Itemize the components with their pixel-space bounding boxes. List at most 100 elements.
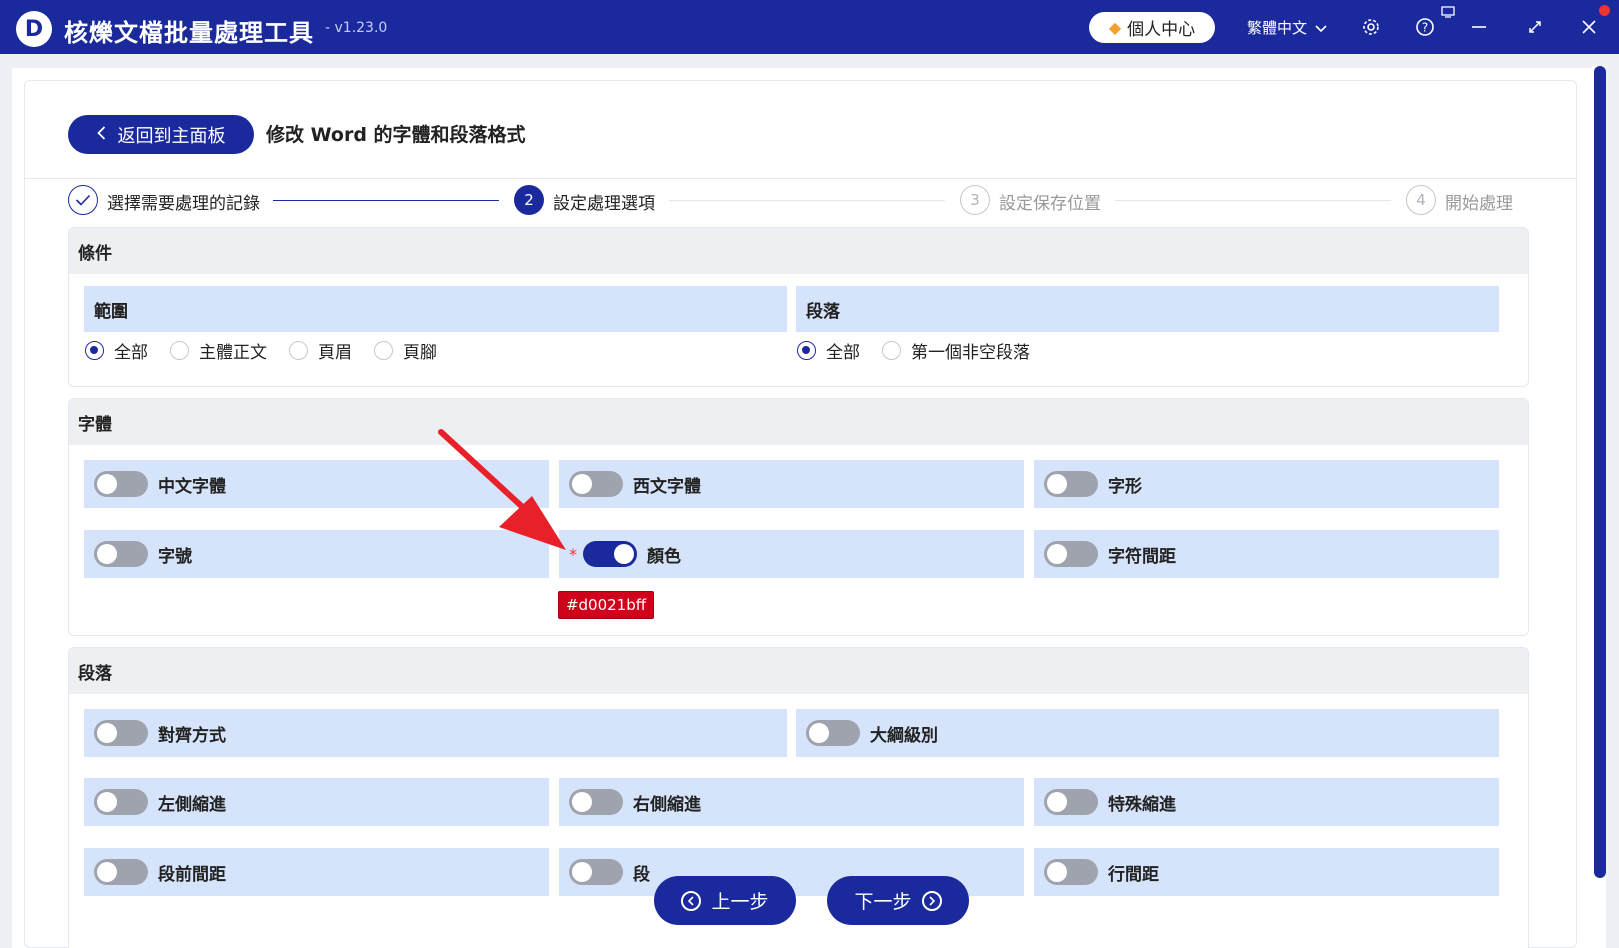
toggle-switch[interactable] — [1044, 541, 1098, 567]
paragraph-option-special-indent[interactable]: 特殊縮進 — [1034, 778, 1499, 826]
close-icon[interactable] — [1576, 14, 1602, 40]
toggle-label: 中文字體 — [158, 476, 226, 497]
toggle-switch[interactable] — [94, 789, 148, 815]
required-marker: * — [569, 544, 577, 564]
step-2-label: 設定處理選項 — [553, 194, 655, 214]
font-option-chinese-font[interactable]: 中文字體 — [84, 460, 549, 508]
minimize-icon[interactable] — [1466, 14, 1492, 40]
paragraph-option-left-indent[interactable]: 左側縮進 — [84, 778, 549, 826]
page-title: 修改 Word 的字體和段落格式 — [266, 124, 526, 146]
scope-radio-group: 全部 主體正文 頁眉 頁腳 — [85, 338, 459, 363]
toggle-switch[interactable] — [94, 471, 148, 497]
maximize-icon[interactable] — [1522, 14, 1548, 40]
radio-button[interactable] — [170, 341, 189, 360]
paragraph-section: 段落 對齊方式 大綱級別 左側縮進 右側縮進 特殊縮進 段前間距 段 行間距 — [68, 647, 1529, 948]
toggle-switch[interactable] — [1044, 859, 1098, 885]
chevron-left-circle-icon — [681, 890, 702, 911]
radio-label: 頁眉 — [318, 343, 352, 363]
toggle-switch[interactable] — [1044, 789, 1098, 815]
radio-button[interactable] — [797, 341, 816, 360]
scope-option-all[interactable]: 全部 — [85, 338, 148, 363]
main-panel: 返回到主面板 修改 Word 的字體和段落格式 選擇需要處理的記錄 2 設定處理… — [12, 68, 1592, 948]
section-title: 條件 — [69, 228, 1528, 274]
radio-label: 第一個非空段落 — [911, 343, 1030, 363]
language-label: 繁體中文 — [1247, 19, 1308, 37]
step-1-check-icon — [68, 185, 98, 215]
radio-label: 全部 — [114, 343, 148, 363]
toggle-label: 右側縮進 — [633, 794, 701, 815]
toggle-switch[interactable] — [583, 541, 637, 567]
paragraph-option-all[interactable]: 全部 — [797, 338, 860, 363]
app-title: 核爍文檔批量處理工具 — [64, 19, 314, 47]
font-option-color[interactable]: * 顏色 — [559, 530, 1024, 578]
radio-label: 主體正文 — [199, 343, 267, 363]
scrollbar-thumb[interactable] — [1594, 66, 1606, 878]
radio-label: 頁腳 — [403, 343, 437, 363]
toggle-switch[interactable] — [1044, 471, 1098, 497]
toggle-label: 字形 — [1108, 476, 1142, 497]
scope-option-footer[interactable]: 頁腳 — [374, 338, 437, 363]
previous-step-button[interactable]: 上一步 — [654, 876, 796, 925]
language-select[interactable]: 繁體中文 — [1247, 17, 1327, 38]
radio-button[interactable] — [289, 341, 308, 360]
paragraph-option-first-nonempty[interactable]: 第一個非空段落 — [882, 338, 1030, 363]
diamond-icon: ◆ — [1108, 18, 1122, 37]
scope-option-body[interactable]: 主體正文 — [170, 338, 267, 363]
toggle-switch[interactable] — [569, 859, 623, 885]
screen-icon[interactable] — [1438, 4, 1458, 20]
back-to-dashboard-button[interactable]: 返回到主面板 — [68, 115, 254, 154]
chevron-left-icon — [96, 124, 106, 145]
toggle-switch[interactable] — [94, 720, 148, 746]
toggle-label: 字號 — [158, 546, 192, 567]
toggle-label: 左側縮進 — [158, 794, 226, 815]
toggle-label: 字符間距 — [1108, 546, 1176, 567]
help-icon[interactable]: ? — [1412, 14, 1438, 40]
paragraph-option-line-spacing[interactable]: 行間距 — [1034, 848, 1499, 896]
paragraph-option-alignment[interactable]: 對齊方式 — [84, 709, 787, 757]
step-3-number: 3 — [960, 185, 990, 215]
toggle-label: 顏色 — [647, 546, 681, 567]
paragraph-option-right-indent[interactable]: 右側縮進 — [559, 778, 1024, 826]
font-option-style[interactable]: 字形 — [1034, 460, 1499, 508]
user-center-label: 個人中心 — [1127, 20, 1196, 40]
paragraph-group-title: 段落 — [796, 286, 1499, 332]
step-connector — [669, 200, 945, 201]
content-card: 返回到主面板 修改 Word 的字體和段落格式 選擇需要處理的記錄 2 設定處理… — [24, 80, 1578, 948]
toggle-switch[interactable] — [569, 471, 623, 497]
toggle-switch[interactable] — [806, 720, 860, 746]
settings-icon[interactable] — [1358, 14, 1384, 40]
toggle-switch[interactable] — [94, 541, 148, 567]
paragraph-radio-group: 全部 第一個非空段落 — [797, 338, 1052, 363]
toggle-switch[interactable] — [94, 859, 148, 885]
step-connector — [1115, 200, 1391, 201]
font-option-size[interactable]: 字號 — [84, 530, 549, 578]
font-option-char-spacing[interactable]: 字符間距 — [1034, 530, 1499, 578]
notification-dot — [1599, 5, 1610, 16]
user-center-button[interactable]: ◆ 個人中心 — [1089, 12, 1215, 43]
section-title: 字體 — [69, 399, 1528, 445]
scope-option-header[interactable]: 頁眉 — [289, 338, 352, 363]
app-logo: D — [16, 11, 52, 47]
next-step-label: 下一步 — [854, 891, 912, 913]
step-4-number: 4 — [1406, 185, 1436, 215]
chevron-right-circle-icon — [921, 890, 942, 911]
paragraph-option-space-before[interactable]: 段前間距 — [84, 848, 549, 896]
paragraph-option-outline-level[interactable]: 大綱級別 — [796, 709, 1499, 757]
header-divider — [25, 178, 1578, 179]
toggle-label: 特殊縮進 — [1108, 794, 1176, 815]
font-option-western-font[interactable]: 西文字體 — [559, 460, 1024, 508]
toggle-label: 行間距 — [1108, 864, 1159, 885]
radio-button[interactable] — [85, 341, 104, 360]
toggle-label: 大綱級別 — [870, 725, 938, 746]
title-bar: D 核爍文檔批量處理工具 - v1.23.0 ◆ 個人中心 繁體中文 ? — [0, 0, 1619, 54]
radio-button[interactable] — [882, 341, 901, 360]
radio-button[interactable] — [374, 341, 393, 360]
color-value-picker[interactable]: #d0021bff — [558, 591, 654, 619]
next-step-button[interactable]: 下一步 — [827, 876, 969, 925]
step-connector — [273, 200, 499, 201]
toggle-label: 西文字體 — [633, 476, 701, 497]
font-section: 字體 中文字體 西文字體 字形 字號 * 顏色 字符間距 — [68, 398, 1529, 636]
chevron-down-icon — [1315, 19, 1327, 37]
toggle-switch[interactable] — [569, 789, 623, 815]
app-version: - v1.23.0 — [325, 20, 388, 36]
